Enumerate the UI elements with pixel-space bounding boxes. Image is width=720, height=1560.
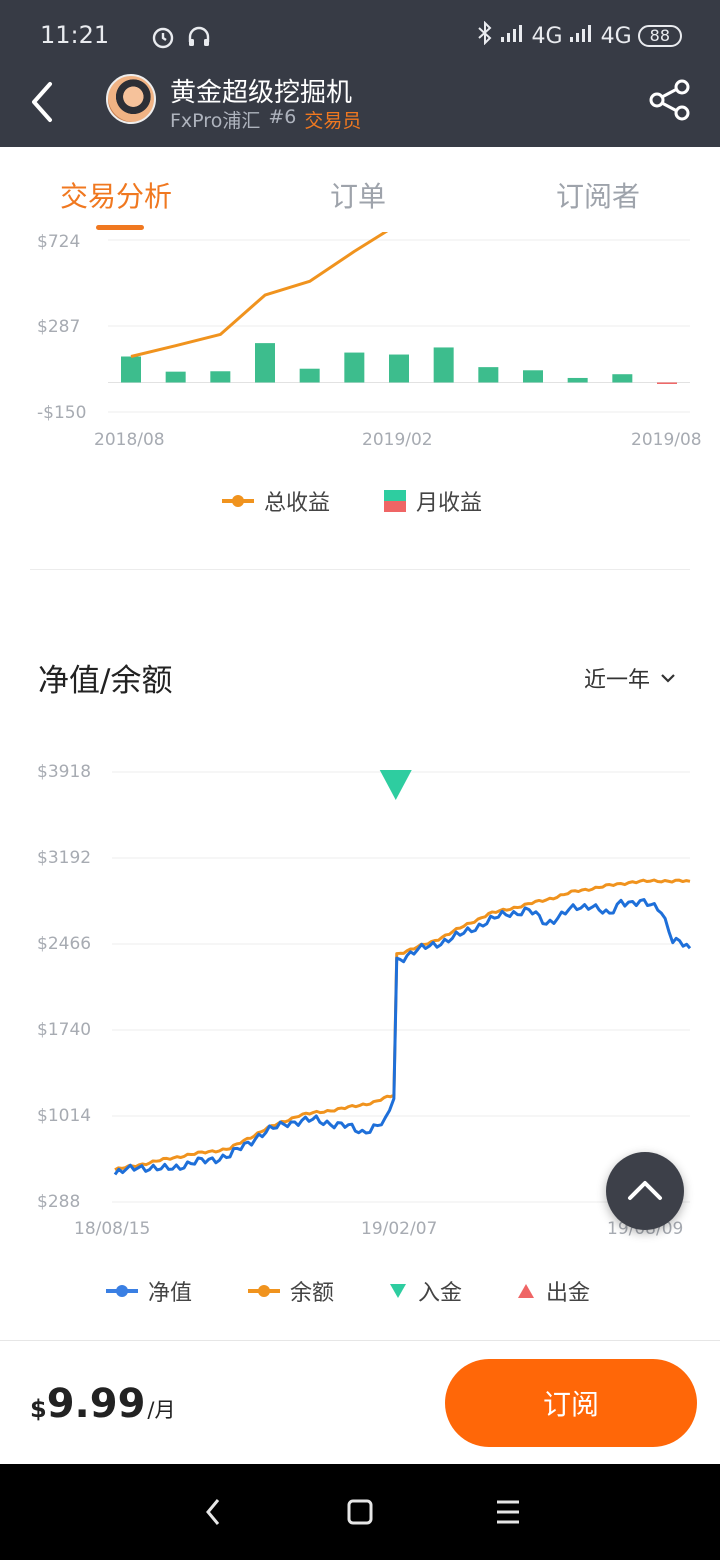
withdraw-marker-icon	[518, 1284, 535, 1298]
equity-y-tick: $288	[37, 1192, 80, 1212]
monthly-profit-bar	[344, 352, 365, 383]
monthly-profit-bar	[612, 374, 633, 383]
monthly-profit-bar	[523, 370, 543, 383]
equity-y-tick: $3192	[37, 848, 91, 868]
nav-home-icon[interactable]	[342, 1494, 378, 1530]
legend-total-profit[interactable]: 总收益	[222, 485, 330, 517]
profit-y-tick: $724	[37, 232, 80, 252]
total-profit-line	[130, 232, 389, 358]
legend-balance[interactable]: 余额	[248, 1275, 334, 1307]
legend-label: 月收益	[416, 491, 483, 516]
equity-section-title: 净值/余额	[38, 663, 173, 699]
profit-legend: 总收益 月收益	[222, 485, 536, 517]
monthly-profit-bar	[478, 367, 499, 383]
legend-deposit[interactable]: 入金	[390, 1275, 462, 1307]
scroll-top-button[interactable]	[606, 1152, 684, 1230]
deposit-marker	[379, 770, 412, 800]
subscribe-bar: $ 9.99 /月 订阅	[0, 1340, 720, 1464]
legend-label: 余额	[290, 1281, 335, 1306]
monthly-profit-bar	[389, 354, 409, 383]
profit-x-tick: 2019/02	[362, 430, 433, 450]
profit-y-tick: -$150	[37, 403, 86, 423]
profit-y-tick: $287	[37, 317, 80, 337]
legend-line-swatch	[248, 1285, 281, 1297]
price: $ 9.99 /月	[30, 1381, 175, 1427]
monthly-profit-bar	[121, 356, 141, 383]
legend-withdraw[interactable]: 出金	[518, 1275, 590, 1307]
legend-line-swatch	[106, 1285, 138, 1297]
balance-line	[114, 878, 691, 1172]
monthly-profit-bar	[255, 343, 275, 383]
legend-monthly-profit[interactable]: 月收益	[384, 485, 482, 517]
range-dropdown[interactable]: 近一年	[584, 662, 676, 694]
system-nav-bar	[0, 1464, 720, 1560]
nav-back-icon[interactable]	[196, 1494, 232, 1530]
monthly-profit-bar	[299, 368, 320, 383]
chevron-up-icon	[628, 1181, 662, 1200]
deposit-marker-icon	[390, 1284, 407, 1298]
monthly-profit-bar	[433, 347, 454, 383]
legend-bar-swatch	[384, 490, 407, 512]
price-unit: /月	[147, 1398, 176, 1422]
section-divider	[30, 569, 690, 570]
profit-chart: $724 $287 -$150 2018/08 2019/02 2019/08	[37, 232, 702, 450]
equity-y-tick: $2466	[37, 934, 91, 954]
equity-y-tick: $1740	[37, 1020, 91, 1040]
equity-x-tick: 18/08/15	[74, 1219, 150, 1239]
monthly-profit-bar	[210, 371, 231, 383]
chevron-down-icon	[661, 674, 675, 683]
legend-line-swatch	[222, 495, 254, 507]
price-currency: $	[30, 1395, 47, 1423]
equity-y-tick: $1014	[37, 1106, 91, 1126]
monthly-profit-bar	[657, 382, 677, 384]
legend-equity[interactable]: 净值	[106, 1275, 192, 1307]
app-screen: 11:21 4G 4G 88 黄金超级挖掘机 FxPro浦汇 #6 交易员 交易…	[0, 0, 720, 1560]
legend-label: 净值	[148, 1281, 193, 1306]
nav-menu-icon[interactable]	[490, 1494, 526, 1530]
legend-label: 入金	[418, 1281, 463, 1306]
equity-line	[113, 898, 692, 1176]
profit-x-tick: 2018/08	[94, 430, 165, 450]
legend-label: 出金	[546, 1281, 591, 1306]
equity-y-tick: $3918	[37, 762, 91, 782]
legend-label: 总收益	[264, 491, 331, 516]
range-value: 近一年	[584, 668, 651, 693]
equity-legend: 净值 余额 入金 出金	[106, 1275, 590, 1307]
monthly-profit-bar	[567, 377, 588, 383]
monthly-profit-bar	[165, 371, 186, 383]
profit-x-tick: 2019/08	[631, 430, 702, 450]
price-amount: 9.99	[46, 1381, 146, 1427]
subscribe-button[interactable]: 订阅	[445, 1359, 697, 1447]
equity-x-tick: 19/02/07	[361, 1219, 437, 1239]
